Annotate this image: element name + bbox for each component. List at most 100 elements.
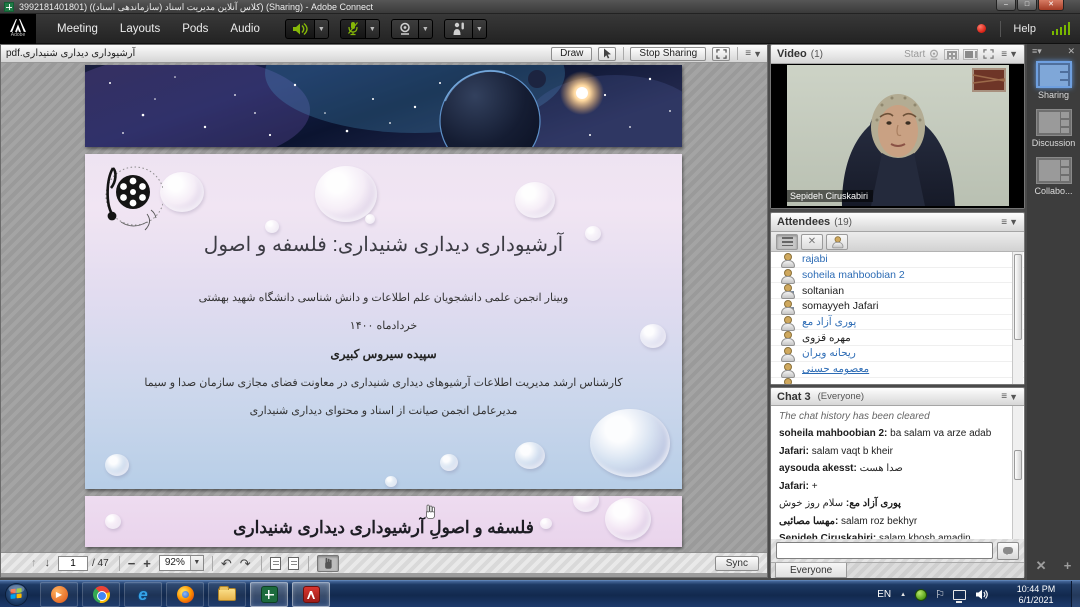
speaker-button[interactable]	[285, 19, 315, 39]
bubble-decoration	[160, 172, 204, 212]
layout-thumbnail[interactable]	[1036, 109, 1072, 136]
raise-hand-button[interactable]	[444, 19, 473, 39]
attendees-list: rajabi soheila mahboobian 2 soltanian so…	[771, 252, 1024, 384]
chat-pod-menu-icon[interactable]: ≡▼	[1001, 391, 1018, 402]
video-pod-menu-icon[interactable]: ≡▼	[1001, 49, 1018, 60]
show-desktop-button[interactable]	[1071, 581, 1080, 607]
zoom-caret-icon[interactable]: ▼	[190, 556, 203, 570]
video-pod-header: Video (1) Start ≡▼	[771, 45, 1024, 64]
chat-message-text: +	[809, 481, 818, 492]
attendees-toolbar: ✕	[771, 232, 1024, 252]
stop-sharing-button[interactable]: Stop Sharing	[630, 47, 706, 61]
attendee-icon	[780, 347, 794, 360]
send-message-button[interactable]	[997, 542, 1019, 560]
status-view-button[interactable]	[826, 234, 848, 250]
layout-option[interactable]: Collabo...	[1027, 157, 1080, 196]
share-pod-menu-icon[interactable]: ≡▼	[745, 48, 762, 59]
hand-tool-button[interactable]	[317, 555, 339, 572]
delete-layout-icon[interactable]: ✕	[1036, 558, 1047, 574]
network-icon[interactable]	[953, 590, 966, 600]
attendee-row[interactable]: soltanian	[771, 283, 1024, 299]
webcam-button[interactable]	[391, 19, 419, 39]
start-button[interactable]	[5, 583, 28, 606]
chat-sender-name: مهسا مصائبی:	[779, 516, 838, 527]
zoom-select[interactable]: 92% ▼	[159, 555, 204, 571]
menu-item[interactable]: Audio	[219, 14, 270, 44]
pointer-icon	[603, 48, 612, 59]
chrome-icon[interactable]	[82, 582, 120, 607]
breakout-view-button[interactable]: ✕	[801, 234, 823, 250]
connection-signal-icon[interactable]	[1050, 22, 1070, 35]
chat-scrollbar[interactable]	[1012, 406, 1023, 539]
video-fullscreen-icon[interactable]	[983, 49, 994, 59]
firefox-icon[interactable]	[166, 582, 204, 607]
microphone-button[interactable]	[340, 19, 366, 39]
raise-hand-dropdown[interactable]: ▼	[473, 19, 487, 39]
layout-option[interactable]: Discussion	[1027, 109, 1080, 148]
chat-scrollbar-thumb[interactable]	[1014, 450, 1022, 480]
layout-thumbnail[interactable]	[1036, 61, 1072, 88]
attendee-row[interactable]: rajabi	[771, 252, 1024, 268]
list-view-button[interactable]	[776, 234, 798, 250]
zoom-in-button[interactable]: +	[143, 556, 151, 571]
page-up-button[interactable]: ↑	[31, 557, 37, 569]
layout-option[interactable]: Sharing	[1027, 61, 1080, 100]
page-number-input[interactable]	[58, 556, 88, 571]
chat-tab-everyone[interactable]: Everyone	[775, 563, 847, 578]
internet-explorer-icon[interactable]: e	[124, 582, 162, 607]
fit-page-icon[interactable]	[288, 557, 299, 570]
chat-input[interactable]	[776, 542, 993, 559]
attendees-scrollbar[interactable]	[1012, 252, 1023, 384]
attendee-row[interactable]: ریحانه ویران	[771, 346, 1024, 362]
minimize-button[interactable]: –	[996, 0, 1016, 11]
attendees-scrollbar-thumb[interactable]	[1014, 254, 1022, 340]
attendees-pod-menu-icon[interactable]: ≡▼	[1001, 217, 1018, 228]
filmstrip-view-icon[interactable]	[963, 49, 978, 60]
layoutbar-close-icon[interactable]: ✕	[1067, 46, 1075, 57]
microphone-dropdown[interactable]: ▼	[366, 19, 380, 39]
start-webcam-button[interactable]: Start	[904, 49, 925, 60]
taskbar-clock[interactable]: 10:44 PM 6/1/2021	[1006, 584, 1066, 605]
volume-icon[interactable]	[975, 589, 988, 600]
layoutbar-menu-icon[interactable]: ≡▾	[1032, 46, 1042, 57]
menu-item[interactable]: Pods	[171, 14, 219, 44]
fullscreen-icon[interactable]	[712, 47, 730, 61]
layout-thumbnail[interactable]	[1036, 157, 1072, 184]
tray-expand-icon[interactable]: ▲	[900, 592, 906, 598]
grid-view-icon[interactable]	[944, 49, 959, 60]
slide-text-line: سپیده سیروس کبیری	[330, 347, 436, 361]
antivirus-icon[interactable]	[915, 589, 927, 601]
media-player-icon[interactable]: ▶	[40, 582, 78, 607]
menu-item[interactable]: Layouts	[109, 14, 171, 44]
attendee-row[interactable]: پوری آزاد مع	[771, 315, 1024, 331]
language-indicator[interactable]: EN	[877, 589, 891, 600]
pointer-tool-button[interactable]	[598, 47, 616, 61]
attendee-row[interactable]: somayyeh Jafari	[771, 299, 1024, 315]
action-center-icon[interactable]: ⚐	[935, 588, 945, 601]
sync-button[interactable]: Sync	[715, 556, 759, 571]
help-menu[interactable]: Help	[1013, 23, 1036, 35]
webcam-dropdown[interactable]: ▼	[419, 19, 433, 39]
close-button[interactable]: ✕	[1038, 0, 1064, 11]
maximize-button[interactable]: □	[1017, 0, 1037, 11]
draw-button[interactable]: Draw	[551, 47, 592, 61]
shared-document[interactable]: آرشیوداری دیداری شنیداری: فلسفه و اصول و…	[1, 63, 767, 552]
chat-sender-name: aysouda akesst:	[779, 463, 857, 474]
attendee-row[interactable]: مهره قزوی	[771, 330, 1024, 346]
rotate-left-icon[interactable]: ↶	[221, 556, 232, 571]
attendee-row[interactable]: معصومه حسنی	[771, 362, 1024, 378]
file-explorer-icon[interactable]	[208, 582, 246, 607]
adobe-reader-icon[interactable]	[292, 582, 330, 607]
menu-item[interactable]: Meeting	[46, 14, 109, 44]
add-layout-icon[interactable]: +	[1064, 558, 1072, 574]
speaker-dropdown[interactable]: ▼	[315, 19, 329, 39]
adobe-connect-taskbar-icon[interactable]	[250, 582, 288, 607]
fit-width-icon[interactable]	[270, 557, 281, 570]
attendee-row[interactable]	[771, 378, 1024, 385]
attendee-icon	[780, 269, 794, 282]
attendee-row[interactable]: soheila mahboobian 2	[771, 268, 1024, 284]
chat-message: پوری آزاد مع: سلام روز خوش	[779, 498, 1011, 510]
rotate-right-icon[interactable]: ↷	[240, 556, 251, 571]
zoom-out-button[interactable]: −	[128, 556, 136, 571]
page-down-button[interactable]: ↓	[45, 557, 51, 569]
